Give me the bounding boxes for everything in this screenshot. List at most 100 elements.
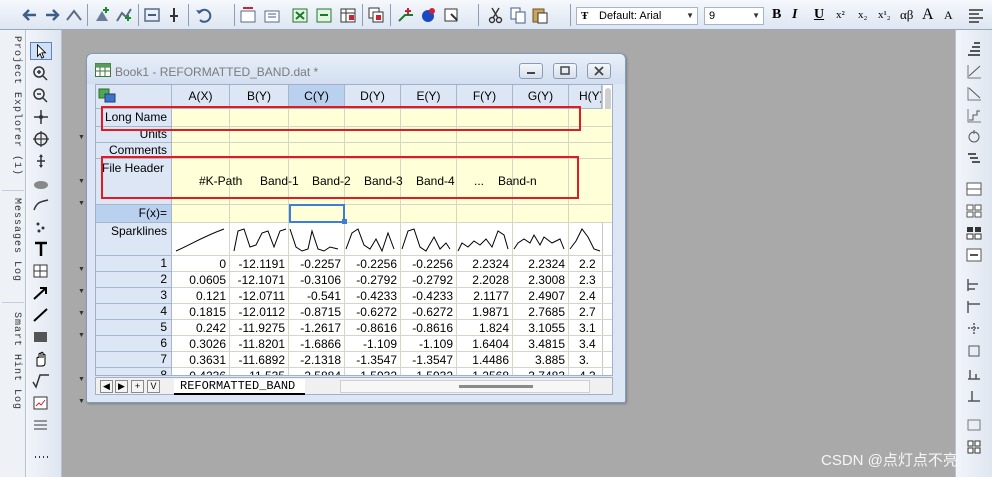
chevron-down-icon[interactable]: ▼ [78, 134, 85, 141]
more-tools-icon[interactable] [30, 448, 52, 466]
add-layer-icon[interactable] [92, 5, 112, 25]
import-table-icon[interactable] [338, 5, 358, 25]
table-cell[interactable]: -0.541 [289, 288, 345, 304]
text-tool-icon[interactable] [30, 240, 52, 258]
table-cell[interactable]: 1.9871 [457, 304, 513, 320]
underline-button[interactable]: U [814, 7, 824, 23]
first-sheet-button[interactable]: ◀ [100, 380, 113, 393]
chevron-down-icon[interactable]: ▼ [78, 178, 85, 185]
table-cell[interactable]: 2.7 [569, 304, 602, 320]
minimize-button[interactable] [519, 63, 543, 79]
import-excel-icon[interactable] [290, 5, 310, 25]
table-cell[interactable]: 2.4 [569, 288, 602, 304]
layer-icon[interactable] [30, 416, 52, 434]
cut-icon[interactable] [486, 5, 506, 25]
restore-button[interactable] [553, 63, 577, 79]
scroll-thumb[interactable] [459, 385, 533, 388]
rotate-icon[interactable] [964, 128, 984, 146]
rectangle-tool-icon[interactable] [30, 328, 52, 346]
table-cell[interactable]: 1.4486 [457, 352, 513, 368]
table-cell[interactable]: 4.3 [569, 368, 602, 375]
line-tool-icon[interactable] [30, 306, 52, 324]
arrange-icon[interactable] [64, 5, 84, 25]
table-cell[interactable]: -1.6866 [289, 336, 345, 352]
table-cell[interactable]: 3.7483 [513, 368, 569, 375]
row-number[interactable]: 2 [96, 272, 172, 288]
table-cell[interactable]: 1.2568 [457, 368, 513, 375]
zoom-out-icon[interactable] [30, 86, 52, 104]
row-number[interactable]: 8 [96, 368, 172, 375]
duplicate-icon[interactable] [366, 5, 386, 25]
copy-icon[interactable] [508, 5, 528, 25]
table-cell[interactable]: 2.2324 [457, 256, 513, 272]
chevron-down-icon[interactable]: ▼ [78, 288, 85, 295]
table-cell[interactable]: 3.1055 [513, 320, 569, 336]
chevron-down-icon[interactable]: ▼ [78, 332, 85, 339]
table-cell[interactable]: -1.5932 [401, 368, 457, 375]
table-cell[interactable]: -12.1071 [230, 272, 289, 288]
close-button[interactable] [587, 63, 611, 79]
row-number[interactable]: 6 [96, 336, 172, 352]
next-sheet-button[interactable]: ▶ [115, 380, 128, 393]
draw-data-icon[interactable] [30, 196, 52, 214]
color-circle-icon[interactable] [418, 5, 438, 25]
grid-pattern-icon[interactable] [964, 40, 984, 58]
font-size-dropdown[interactable]: 9 ▼ [704, 7, 764, 25]
layout-icon[interactable] [964, 180, 984, 198]
horizontal-scrollbar[interactable] [340, 380, 590, 393]
table-cell[interactable]: -0.4233 [345, 288, 401, 304]
table-cell[interactable]: 2.3008 [513, 272, 569, 288]
table-cell[interactable]: -2.5884 [289, 368, 345, 375]
chevron-down-icon[interactable]: ▼ [78, 310, 85, 317]
data-selector-icon[interactable] [30, 152, 52, 170]
fx-label[interactable]: F(x)= [96, 205, 172, 223]
table-cell[interactable]: -0.2256 [401, 256, 457, 272]
table-cell[interactable]: -11.535 [230, 368, 289, 375]
import-data-icon[interactable] [262, 5, 282, 25]
table-cell[interactable]: 3.1 [569, 320, 602, 336]
table-cell[interactable]: 0.1815 [172, 304, 230, 320]
distribute-icon[interactable] [964, 386, 984, 404]
row-number[interactable]: 5 [96, 320, 172, 336]
table-cell[interactable]: 2.7685 [513, 304, 569, 320]
table-cell[interactable]: -11.8201 [230, 336, 289, 352]
messages-log-tab[interactable]: Messages Log [4, 198, 22, 282]
table-cell[interactable]: -1.3547 [401, 352, 457, 368]
table-cell[interactable]: -11.9275 [230, 320, 289, 336]
undo-icon[interactable] [194, 5, 214, 25]
merge-icon[interactable] [964, 246, 984, 264]
resize-handle-icon[interactable] [964, 416, 984, 434]
chevron-down-icon[interactable]: ▼ [78, 200, 85, 207]
table-cell[interactable]: 2.1177 [457, 288, 513, 304]
table-cell[interactable]: 0.242 [172, 320, 230, 336]
import-wizard-icon[interactable] [314, 5, 334, 25]
row-number[interactable]: 7 [96, 352, 172, 368]
chevron-down-icon[interactable]: ▼ [78, 376, 85, 383]
sheet-list-button[interactable]: V [147, 380, 160, 393]
tile-icon[interactable] [964, 202, 984, 220]
data-reader-icon[interactable] [30, 108, 52, 126]
row-number[interactable]: 4 [96, 304, 172, 320]
worksheet-grid[interactable]: A(X) B(Y) C(Y) D(Y) E(Y) F(Y) G(Y) H(Y) … [95, 84, 613, 376]
table-cell[interactable]: -0.6272 [401, 304, 457, 320]
table-cell[interactable]: 2.4907 [513, 288, 569, 304]
table-cell[interactable]: 1.824 [457, 320, 513, 336]
increase-font-button[interactable]: A [922, 7, 934, 23]
table-cell[interactable]: 3. [569, 352, 602, 368]
table-cell[interactable]: -0.2792 [401, 272, 457, 288]
import-ascii-icon[interactable] [238, 5, 258, 25]
row-number[interactable]: 3 [96, 288, 172, 304]
table-cell[interactable]: 2.2324 [513, 256, 569, 272]
superscript-button[interactable]: x² [836, 7, 845, 23]
table-cell[interactable]: -12.0711 [230, 288, 289, 304]
table-cell[interactable]: -0.6272 [345, 304, 401, 320]
table-cell[interactable]: 0.3631 [172, 352, 230, 368]
chevron-down-icon[interactable]: ▼ [78, 266, 85, 273]
table-cell[interactable]: -11.6892 [230, 352, 289, 368]
table-cell[interactable]: -12.1191 [230, 256, 289, 272]
bold-button[interactable]: B [772, 7, 781, 23]
subscript-button[interactable]: x₂ [858, 7, 867, 23]
table-cell[interactable]: 0.0605 [172, 272, 230, 288]
align-left-icon[interactable] [964, 276, 984, 294]
table-cell[interactable]: -2.1318 [289, 352, 345, 368]
